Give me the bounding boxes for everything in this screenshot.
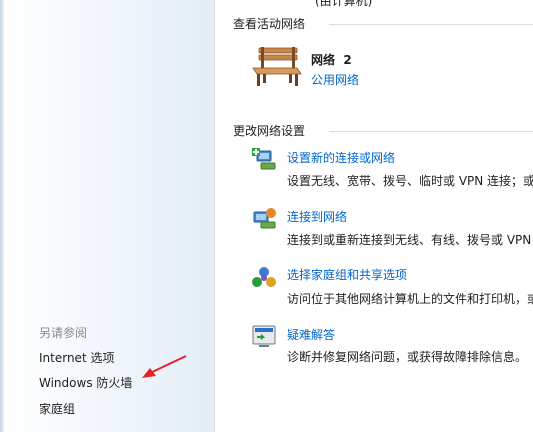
troubleshoot-link[interactable]: 疑难解答 bbox=[287, 326, 335, 343]
setup-connection-link[interactable]: 设置新的连接或网络 bbox=[287, 149, 395, 166]
connect-network-icon bbox=[253, 208, 276, 229]
connect-to-network-link[interactable]: 连接到网络 bbox=[287, 208, 347, 225]
window-left-edge bbox=[0, 0, 4, 432]
homegroup-sharing-link[interactable]: 选择家庭组和共享选项 bbox=[287, 266, 407, 283]
new-connection-icon bbox=[252, 148, 276, 170]
homegroup-icon bbox=[252, 267, 276, 287]
homegroup-sharing-desc: 访问位于其他网络计算机上的文件和打印机，或 bbox=[287, 292, 533, 306]
section-divider bbox=[329, 131, 533, 132]
left-navigation-pane: 另请参阅 Internet 选项 Windows 防火墙 家庭组 bbox=[0, 0, 215, 432]
annotation-arrow-icon bbox=[142, 355, 187, 378]
truncated-top-text: (由计算机) bbox=[315, 0, 373, 8]
homegroup-link[interactable]: 家庭组 bbox=[39, 400, 75, 417]
setup-connection-desc: 设置无线、宽带、拨号、临时或 VPN 连接；或 bbox=[287, 174, 533, 188]
see-also-title: 另请参阅 bbox=[39, 326, 88, 340]
bench-icon bbox=[252, 47, 302, 86]
internet-options-link[interactable]: Internet 选项 bbox=[39, 349, 114, 366]
section-divider bbox=[329, 24, 533, 25]
change-settings-title: 更改网络设置 bbox=[233, 124, 306, 138]
network-number: 2 bbox=[343, 53, 352, 67]
troubleshoot-desc: 诊断并修复网络问题，或获得故障排除信息。 bbox=[287, 350, 528, 364]
network-name: 网络 2 bbox=[311, 51, 352, 68]
connect-to-network-desc: 连接到或重新连接到无线、有线、拨号或 VPN bbox=[287, 233, 532, 247]
network-type-link[interactable]: 公用网络 bbox=[311, 71, 359, 88]
troubleshoot-icon bbox=[252, 325, 276, 347]
windows-firewall-link[interactable]: Windows 防火墙 bbox=[39, 374, 132, 391]
active-networks-title: 查看活动网络 bbox=[233, 17, 306, 31]
main-content: (由计算机) 查看活动网络 网络 2 公用网络 更改网络设置 设置新的连接或网络… bbox=[215, 0, 533, 432]
network-name-text: 网络 bbox=[311, 53, 336, 67]
